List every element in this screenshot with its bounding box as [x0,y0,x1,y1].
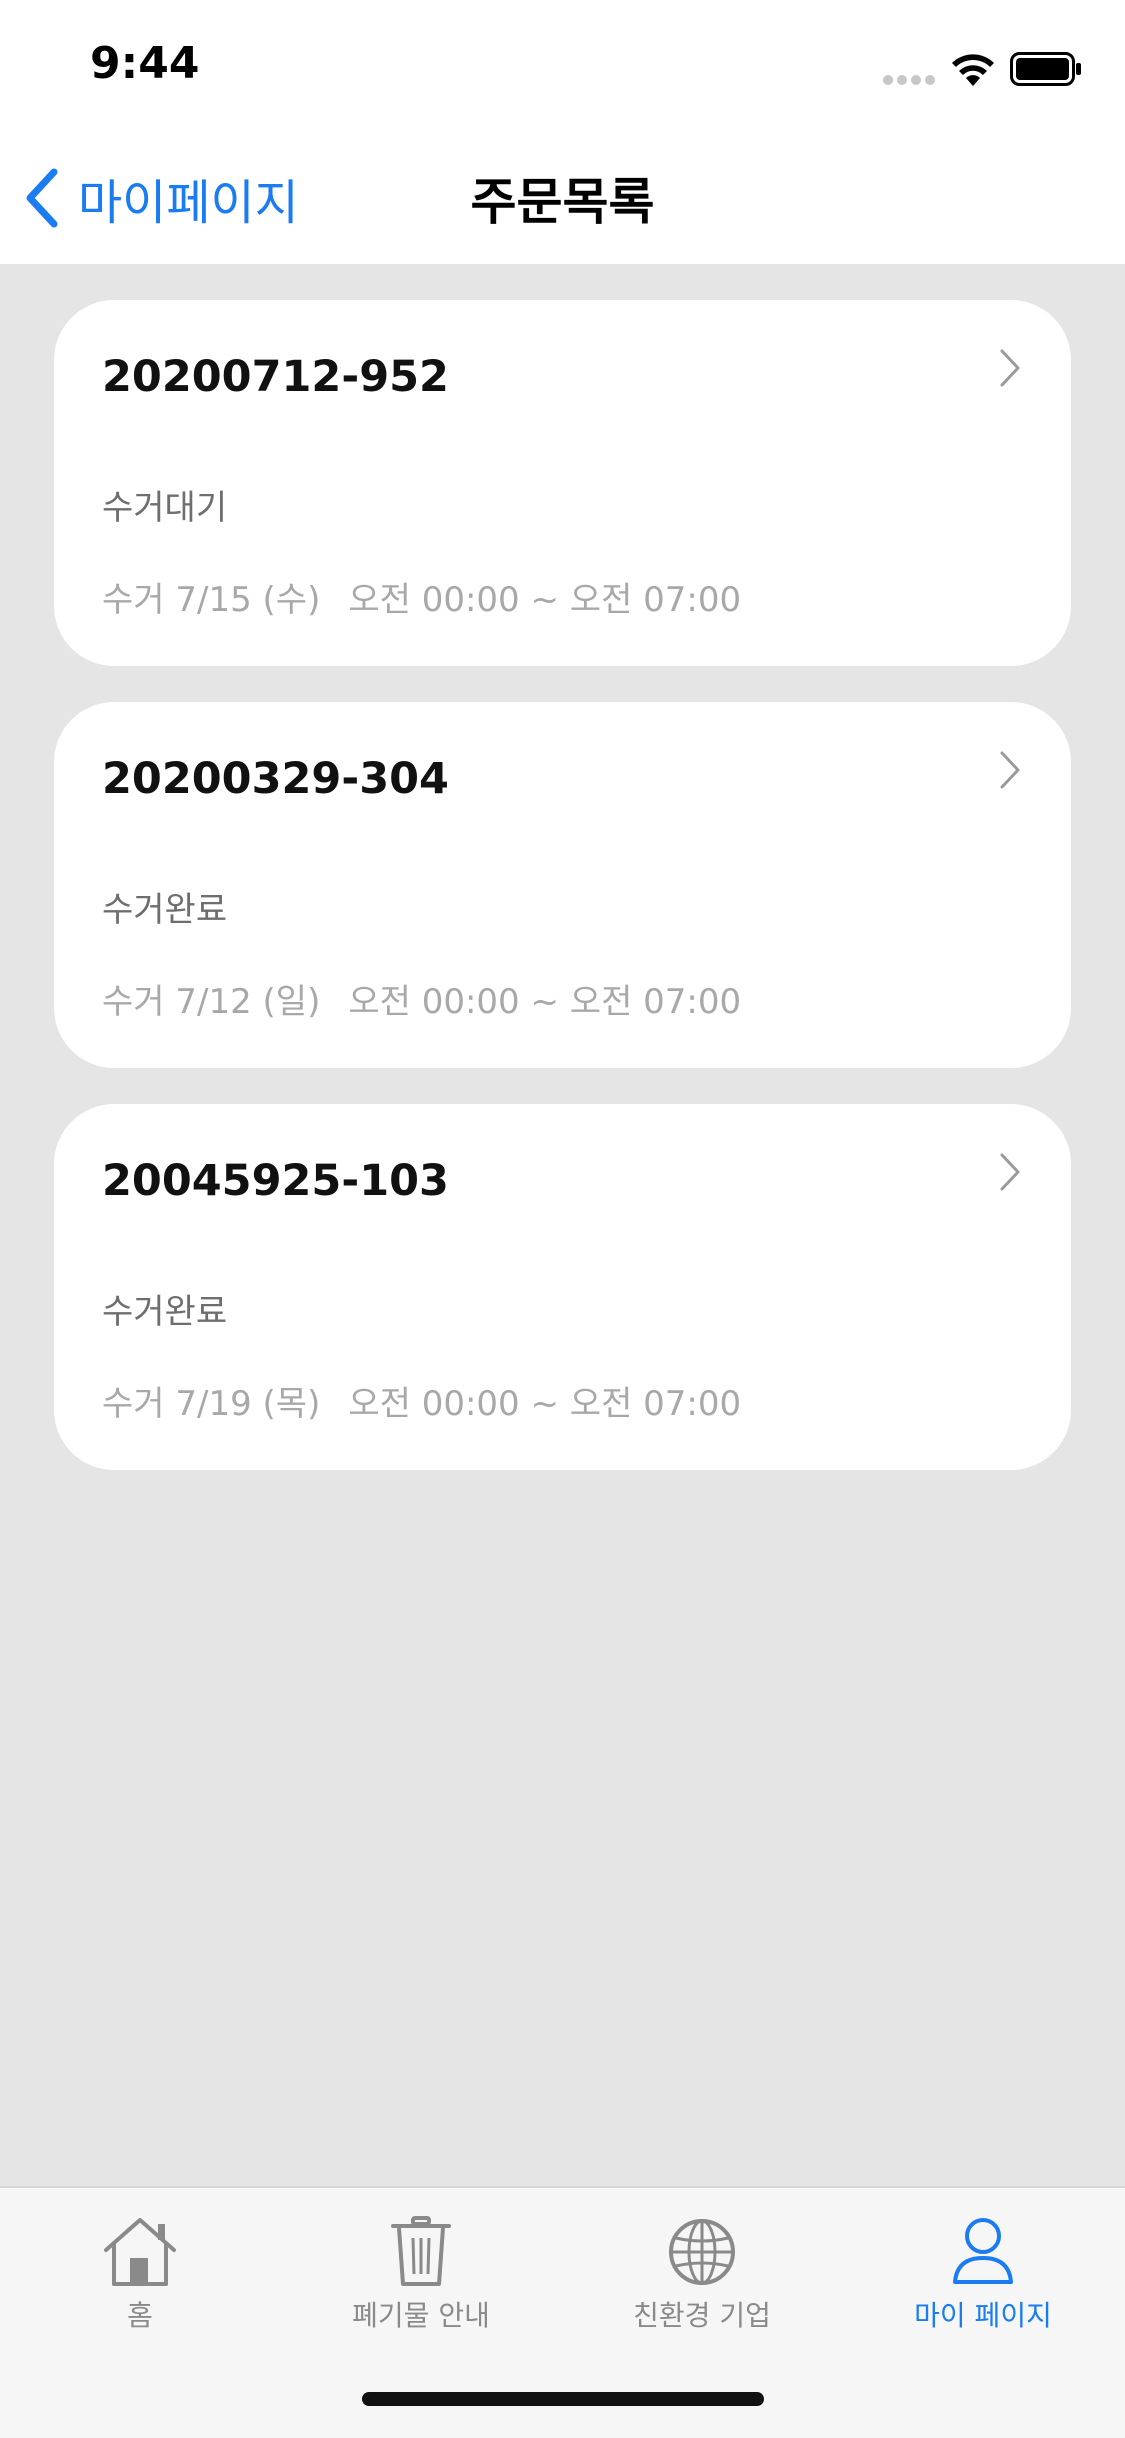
order-card[interactable]: 20045925-103 수거완료 수거 7/19 (목) 오전 00:00 ~ … [54,1104,1071,1470]
tab-label: 마이 페이지 [914,2299,1052,2332]
globe-icon [669,2219,735,2285]
home-indicator[interactable] [362,2392,764,2406]
tab-label: 폐기물 안내 [352,2299,490,2332]
tab-home[interactable]: 홈 [0,2214,280,2334]
order-status: 수거완료 [102,890,228,930]
chevron-right-icon [1000,349,1020,387]
order-number: 20200712-952 [102,352,449,402]
status-bar: 9:44 [0,0,1125,132]
pickup-date: 수거 7/12 (일) [102,982,321,1022]
page-title: 주문목록 [470,173,655,231]
navigation-bar: 마이페이지 주문목록 [0,132,1125,264]
house-icon [104,2218,176,2286]
order-number: 20200329-304 [102,754,449,804]
chevron-right-icon [1000,1153,1020,1191]
battery-icon [1010,52,1081,86]
pickup-date: 수거 7/19 (목) [102,1384,321,1424]
pickup-schedule: 수거 7/12 (일) 오전 00:00 ~ 오전 07:00 [102,974,741,1023]
wifi-icon [952,54,994,86]
pickup-date: 수거 7/15 (수) [102,580,321,620]
cellular-signal-icon [883,75,935,85]
tab-my-page[interactable]: 마이 페이지 [843,2214,1123,2334]
pickup-time-range: 오전 00:00 ~ 오전 07:00 [348,1384,742,1424]
status-time: 9:44 [90,38,200,89]
order-card[interactable]: 20200712-952 수거대기 수거 7/15 (수) 오전 00:00 ~ … [54,300,1071,666]
pickup-time-range: 오전 00:00 ~ 오전 07:00 [348,982,742,1022]
person-icon [953,2218,1013,2284]
pickup-time-range: 오전 00:00 ~ 오전 07:00 [348,580,742,620]
tab-label: 홈 [127,2299,153,2332]
order-card[interactable]: 20200329-304 수거완료 수거 7/12 (일) 오전 00:00 ~ … [54,702,1071,1068]
pickup-schedule: 수거 7/19 (목) 오전 00:00 ~ 오전 07:00 [102,1376,741,1425]
order-number: 20045925-103 [102,1156,449,1206]
order-status: 수거완료 [102,1292,228,1332]
tab-waste-guide[interactable]: 폐기물 안내 [281,2214,561,2334]
order-status: 수거대기 [102,488,228,528]
pickup-schedule: 수거 7/15 (수) 오전 00:00 ~ 오전 07:00 [102,572,741,621]
chevron-right-icon [1000,751,1020,789]
trash-icon [391,2216,451,2286]
tab-label: 친환경 기업 [633,2299,771,2332]
tab-eco-companies[interactable]: 친환경 기업 [562,2214,842,2334]
